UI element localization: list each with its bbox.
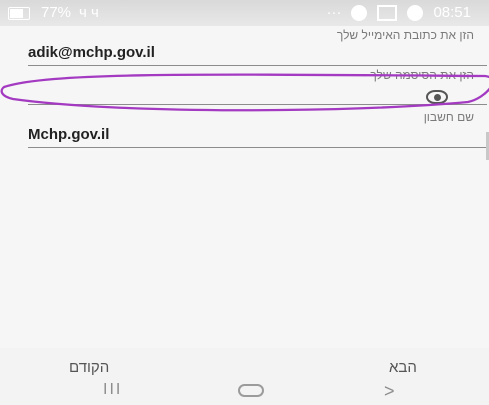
back-icon[interactable]: >	[384, 381, 395, 402]
message-icon	[377, 4, 398, 21]
email-underline	[28, 65, 487, 66]
account-underline	[28, 147, 487, 148]
account-field-group[interactable]: שם חשבון Mchp.gov.il	[28, 110, 487, 148]
account-input[interactable]: Mchp.gov.il	[28, 126, 487, 143]
signal-icons: ч ч	[79, 4, 99, 21]
previous-button[interactable]: הקודם	[69, 359, 109, 376]
status-bar: 77% ч ч ··· 08:51	[0, 0, 489, 26]
next-button[interactable]: הבא	[389, 359, 417, 376]
status-left: 77% ч ч	[8, 4, 99, 21]
email-input[interactable]: adik@mchp.gov.il	[28, 44, 487, 61]
dots-icon: ···	[326, 4, 342, 21]
email-field-group[interactable]: הזן את כתובת האימייל שלך adik@mchp.gov.i…	[28, 28, 487, 66]
purple-annotation	[0, 73, 489, 112]
clock-time: 08:51	[433, 4, 471, 21]
notification-icon	[351, 4, 368, 21]
whatsapp-icon	[407, 4, 424, 21]
home-icon[interactable]	[238, 384, 264, 397]
battery-percentage: 77%	[41, 4, 72, 21]
email-label: הזן את כתובת האימייל שלך	[336, 28, 474, 42]
status-right: ··· 08:51	[326, 4, 471, 21]
account-label: שם חשבון	[423, 110, 474, 124]
battery-icon	[8, 7, 30, 20]
system-navigation: III >	[0, 376, 489, 405]
recent-apps-icon[interactable]: III	[103, 381, 122, 399]
